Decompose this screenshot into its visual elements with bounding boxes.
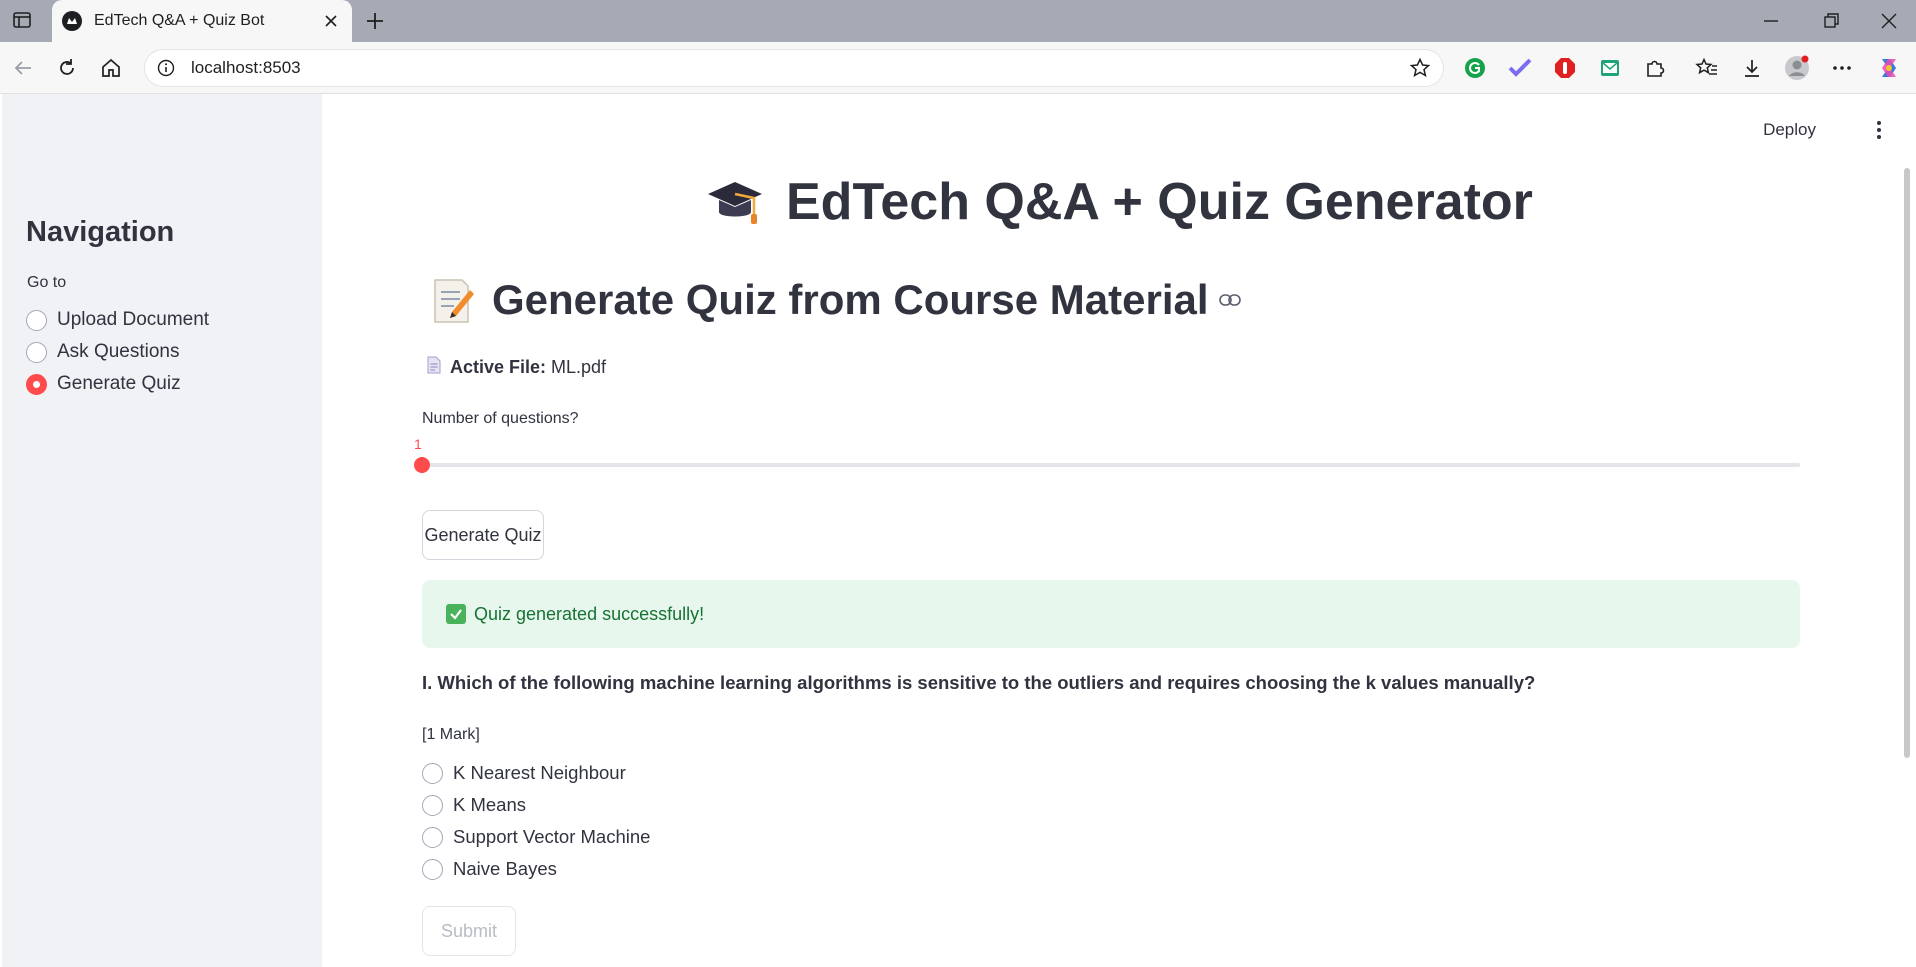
slider-thumb[interactable] — [414, 457, 430, 473]
goto-label: Go to — [27, 274, 67, 291]
address-text: localhost:8503 — [191, 58, 301, 77]
sidebar-item-label: Upload Document — [57, 309, 210, 330]
sidebar-item-upload-document[interactable]: Upload Document — [26, 309, 209, 331]
answer-option[interactable]: K Nearest Neighbour — [422, 762, 626, 784]
restore-icon[interactable] — [1820, 10, 1842, 32]
deploy-button[interactable]: Deploy — [1763, 120, 1816, 140]
check-mark-icon — [446, 604, 466, 624]
radio-button[interactable] — [422, 762, 443, 784]
page-title: EdTech Q&A + Quiz Generator — [706, 172, 1533, 232]
sidebar-item-generate-quiz[interactable]: Generate Quiz — [26, 373, 181, 395]
browser-toolbar: localhost:8503 — [0, 42, 1916, 94]
graduation-cap-icon — [706, 176, 764, 228]
answer-option[interactable]: Naive Bayes — [422, 858, 557, 880]
quiz-question: I. Which of the following machine learni… — [422, 672, 1536, 693]
page-title-text: EdTech Q&A + Quiz Generator — [786, 173, 1533, 231]
sidebar-item-label: Generate Quiz — [57, 373, 181, 394]
submit-button[interactable]: Submit — [422, 906, 516, 956]
active-file-name: ML.pdf — [551, 357, 607, 377]
success-message: Quiz generated successfully! — [474, 603, 705, 624]
extensions-puzzle-icon[interactable] — [1642, 55, 1668, 81]
document-icon — [426, 356, 442, 379]
anchor-link-icon[interactable] — [1218, 293, 1241, 307]
slider-value: 1 — [414, 436, 422, 452]
site-info-icon[interactable] — [155, 57, 177, 79]
back-arrow-icon[interactable] — [10, 55, 36, 81]
address-bar[interactable]: localhost:8503 — [144, 49, 1444, 87]
close-window-icon[interactable] — [1878, 10, 1900, 32]
home-icon[interactable] — [98, 55, 124, 81]
streamlit-favicon-icon — [62, 11, 82, 31]
main-menu-icon[interactable] — [1876, 120, 1882, 140]
section-heading-text: Generate Quiz from Course Material — [492, 276, 1209, 323]
sidebar-item-ask-questions[interactable]: Ask Questions — [26, 341, 180, 363]
answer-option[interactable]: Support Vector Machine — [422, 826, 650, 848]
sidebar-title: Navigation — [26, 216, 175, 248]
adblock-extension-icon[interactable] — [1552, 55, 1578, 81]
answer-option[interactable]: K Means — [422, 794, 526, 816]
main-content: Deploy EdTech Q&A + Quiz Generator Gener… — [322, 94, 1916, 967]
memo-icon — [432, 276, 476, 324]
sidebar-item-label: Ask Questions — [57, 341, 180, 362]
radio-button[interactable] — [422, 794, 443, 816]
radio-button-selected[interactable] — [26, 373, 47, 395]
section-heading: Generate Quiz from Course Material — [432, 276, 1241, 324]
generate-quiz-button[interactable]: Generate Quiz — [422, 510, 544, 560]
radio-button[interactable] — [26, 309, 47, 331]
active-file-label: Active File: — [450, 357, 547, 377]
answer-option-label: Support Vector Machine — [453, 826, 651, 847]
browser-tab-active[interactable]: EdTech Q&A + Quiz Bot — [52, 0, 352, 42]
reload-icon[interactable] — [54, 55, 80, 81]
favorite-star-icon[interactable] — [1407, 55, 1433, 81]
success-alert: Quiz generated successfully! — [422, 580, 1800, 648]
grammarly-extension-icon[interactable] — [1462, 55, 1488, 81]
tab-actions-icon[interactable] — [12, 10, 32, 30]
copilot-icon[interactable] — [1876, 55, 1902, 81]
question-marks: [1 Mark] — [422, 726, 480, 743]
tab-title: EdTech Q&A + Quiz Bot — [94, 12, 265, 29]
task-check-extension-icon[interactable] — [1507, 55, 1533, 81]
radio-button[interactable] — [26, 341, 47, 363]
scrollbar[interactable] — [1904, 168, 1910, 758]
active-file-info: Active File: ML.pdf — [426, 356, 606, 379]
answer-option-label: K Means — [453, 794, 527, 815]
answer-option-label: K Nearest Neighbour — [453, 762, 626, 783]
new-tab-icon[interactable] — [364, 10, 386, 32]
slider-track[interactable] — [422, 463, 1800, 467]
profile-avatar-icon[interactable] — [1784, 55, 1810, 81]
downloads-icon[interactable] — [1739, 55, 1765, 81]
close-tab-icon[interactable] — [320, 10, 342, 32]
radio-button[interactable] — [422, 858, 443, 880]
favorites-icon[interactable] — [1694, 55, 1720, 81]
answer-option-label: Naive Bayes — [453, 858, 557, 879]
browser-tab-bar: EdTech Q&A + Quiz Bot — [0, 0, 1916, 42]
slider-label: Number of questions? — [422, 410, 579, 427]
radio-button[interactable] — [422, 826, 443, 848]
minimize-icon[interactable] — [1760, 10, 1782, 32]
more-options-icon[interactable] — [1829, 55, 1855, 81]
mail-extension-icon[interactable] — [1597, 55, 1623, 81]
